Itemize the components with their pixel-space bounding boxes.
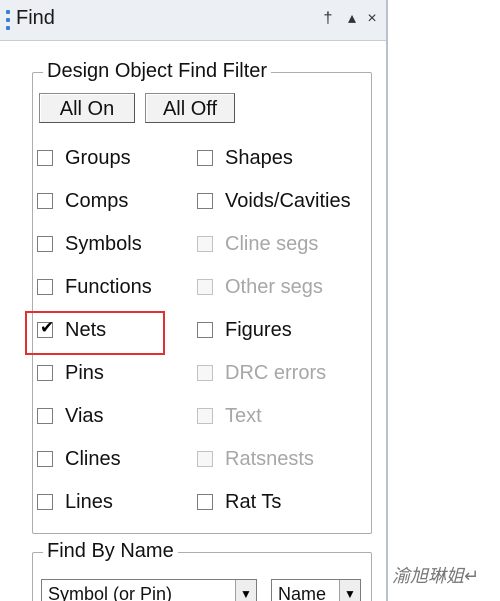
- checkbox-clines[interactable]: Clines: [37, 444, 121, 474]
- checkbox-box: [197, 365, 213, 381]
- name-mode-select[interactable]: Name ▼: [271, 579, 361, 601]
- checkbox-label: Text: [225, 404, 262, 427]
- panel-title: Find: [16, 7, 55, 29]
- checkbox-label: DRC errors: [225, 361, 327, 384]
- title-bar[interactable]: Find † ▴ ×: [0, 0, 386, 41]
- checkbox-label: Lines: [65, 490, 113, 513]
- checkbox-pins[interactable]: Pins: [37, 358, 104, 388]
- pin-icon[interactable]: †: [318, 8, 338, 30]
- name-type-select[interactable]: Symbol (or Pin) ▼: [41, 579, 257, 601]
- checkbox-box[interactable]: [37, 494, 53, 510]
- checkbox-box[interactable]: [197, 322, 213, 338]
- checkbox-box[interactable]: [197, 494, 213, 510]
- checkbox-box: [197, 279, 213, 295]
- design-object-find-filter-group: Design Object Find Filter All On All Off…: [25, 60, 372, 534]
- find-by-name-group: Find By Name Symbol (or Pin) ▼ Name ▼: [32, 540, 372, 601]
- checkbox-label: Ratsnests: [225, 447, 314, 470]
- checkbox-label: Pins: [65, 361, 104, 384]
- checkbox-text: Text: [197, 401, 262, 431]
- checkbox-cline-segs: Cline segs: [197, 229, 318, 259]
- checkbox-ratsnests: Ratsnests: [197, 444, 314, 474]
- all-on-button[interactable]: All On: [39, 93, 135, 123]
- checkbox-label: Comps: [65, 189, 129, 212]
- checkbox-lines[interactable]: Lines: [37, 487, 113, 517]
- checkbox-drc-errors: DRC errors: [197, 358, 326, 388]
- nets-highlight-box: [25, 311, 165, 355]
- checkbox-label: Voids/Cavities: [225, 189, 351, 212]
- filter-legend: Design Object Find Filter: [43, 60, 272, 83]
- checkbox-box[interactable]: [197, 150, 213, 166]
- checkbox-label: Shapes: [225, 146, 293, 169]
- checkbox-box[interactable]: [197, 193, 213, 209]
- checkbox-label: Rat Ts: [225, 490, 282, 513]
- checkbox-box[interactable]: [37, 408, 53, 424]
- checkbox-functions[interactable]: Functions: [37, 272, 152, 302]
- checkbox-label: Vias: [65, 404, 104, 427]
- checkbox-label: Groups: [65, 146, 131, 169]
- checkbox-comps[interactable]: Comps: [37, 186, 128, 216]
- menu-arrow-icon[interactable]: ▴: [342, 8, 362, 30]
- checkbox-label: Clines: [65, 447, 121, 470]
- checkbox-box[interactable]: [37, 193, 53, 209]
- checkbox-label: Figures: [225, 318, 292, 341]
- checkbox-box: [197, 408, 213, 424]
- checkbox-symbols[interactable]: Symbols: [37, 229, 142, 259]
- drag-grip-icon[interactable]: [6, 10, 10, 30]
- checkbox-other-segs: Other segs: [197, 272, 323, 302]
- checkbox-groups[interactable]: Groups: [37, 143, 131, 173]
- watermark-text: 渝旭琳姐↵: [392, 566, 480, 586]
- close-icon[interactable]: ×: [362, 8, 382, 30]
- name-type-value: Symbol (or Pin): [48, 584, 173, 601]
- checkbox-voids-cavities[interactable]: Voids/Cavities: [197, 186, 351, 216]
- checkbox-label: Functions: [65, 275, 152, 298]
- find-by-name-legend: Find By Name: [43, 540, 178, 563]
- checkbox-figures[interactable]: Figures: [197, 315, 292, 345]
- name-mode-value: Name: [278, 584, 327, 601]
- checkbox-box[interactable]: [37, 365, 53, 381]
- checkbox-vias[interactable]: Vias: [37, 401, 104, 431]
- checkbox-rat-ts[interactable]: Rat Ts: [197, 487, 281, 517]
- all-off-button[interactable]: All Off: [145, 93, 235, 123]
- checkbox-box[interactable]: [37, 236, 53, 252]
- checkbox-shapes[interactable]: Shapes: [197, 143, 293, 173]
- checkbox-box[interactable]: [37, 451, 53, 467]
- checkbox-label: Cline segs: [225, 232, 319, 255]
- checkbox-box: [197, 236, 213, 252]
- checkbox-label: Other segs: [225, 275, 323, 298]
- find-panel: Find † ▴ × Design Object Find Filter All…: [0, 0, 388, 601]
- checkbox-label: Symbols: [65, 232, 142, 255]
- chevron-down-icon[interactable]: ▼: [339, 580, 360, 601]
- checkbox-box[interactable]: [37, 279, 53, 295]
- checkbox-box: [197, 451, 213, 467]
- chevron-down-icon[interactable]: ▼: [235, 580, 256, 601]
- checkbox-box[interactable]: [37, 150, 53, 166]
